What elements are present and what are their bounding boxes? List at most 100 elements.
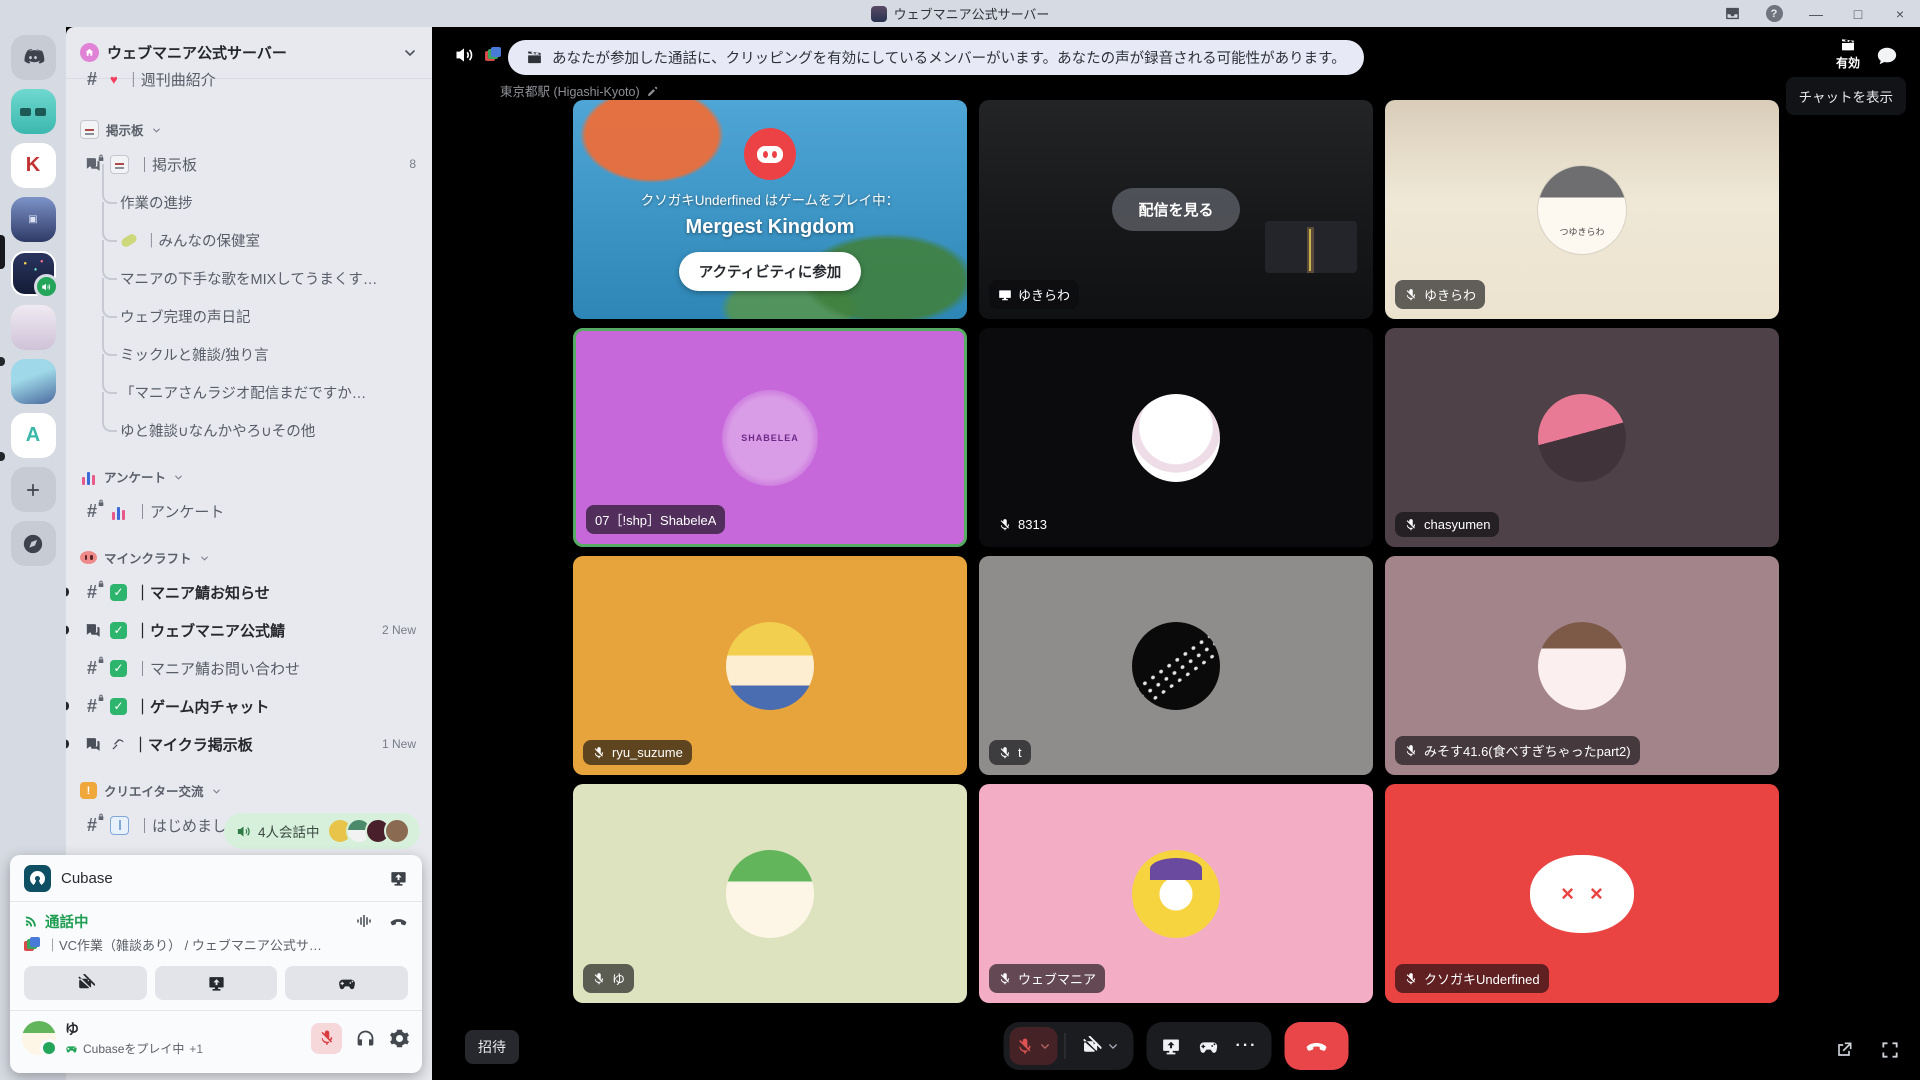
clips-enabled-badge[interactable]: 有効: [1836, 37, 1860, 71]
unread-server-pip: [0, 357, 5, 366]
tile-stream-yukirawa[interactable]: 配信を見る ゆきらわ: [979, 100, 1373, 319]
share-activity-icon[interactable]: [389, 869, 408, 888]
category-poll[interactable]: アンケート: [76, 449, 422, 492]
activities-button[interactable]: [1190, 1035, 1228, 1057]
close-button[interactable]: ×: [1890, 4, 1910, 24]
camera-toggle-button[interactable]: [1073, 1036, 1128, 1057]
orange-badge-icon: !: [80, 782, 97, 799]
settings-button[interactable]: [389, 1028, 410, 1049]
monitor-icon: [998, 288, 1012, 302]
channel-poll[interactable]: # ｜アンケート: [76, 492, 422, 530]
add-server-button[interactable]: [11, 467, 56, 512]
deafen-button[interactable]: [355, 1028, 376, 1049]
screenshare-button[interactable]: [155, 966, 278, 1000]
participant-label: みそす41.6(食べすぎちゃったpart2): [1395, 736, 1640, 765]
server-icon-girl[interactable]: [11, 305, 56, 350]
watch-stream-button[interactable]: 配信を見る: [1112, 188, 1239, 231]
channel-mc-gamechat[interactable]: # ✓ ｜ゲーム内チャット: [76, 687, 422, 725]
chat-tooltip: チャットを表示: [1786, 77, 1906, 115]
user-avatar[interactable]: [22, 1021, 56, 1055]
thread-item[interactable]: ウェブ完理の声日記: [76, 297, 422, 335]
call-status: 通話中: [24, 911, 89, 932]
noise-suppression-icon[interactable]: [355, 912, 373, 930]
tile-webmania[interactable]: ウェブマニア: [979, 784, 1373, 1003]
channel-board-forum[interactable]: ｜掲示板 8: [76, 145, 422, 183]
popout-button[interactable]: [1834, 1040, 1854, 1060]
thread-item[interactable]: 作業の進捗: [76, 183, 422, 221]
thread-item[interactable]: ミックルと雑談/独り言: [76, 335, 422, 373]
thread-item[interactable]: 「マニアさんラジオ配信まだですか…: [76, 373, 422, 411]
channel-weekly[interactable]: # ♥ ｜週刊曲紹介: [76, 60, 422, 98]
mic-options-chevron[interactable]: [1039, 1040, 1052, 1053]
channel-mc-news[interactable]: # ✓ ｜マニア鯖お知らせ: [76, 573, 422, 611]
thread-item[interactable]: ゆと雑談∪なんかやろ∪その他: [76, 411, 422, 449]
pencil-icon[interactable]: [646, 83, 659, 97]
server-icon-easel[interactable]: A: [11, 413, 56, 458]
category-minecraft[interactable]: マインクラフト: [76, 530, 422, 573]
channel-mc-board[interactable]: ｜マイクラ掲示板 1 New: [76, 725, 422, 763]
tile-kusogaki[interactable]: ×× クソガキUnderfined: [1385, 784, 1779, 1003]
mic-muted-icon: [998, 746, 1012, 760]
forum-lock-icon: [82, 736, 102, 753]
show-chat-button[interactable]: [1876, 45, 1898, 67]
thread-item[interactable]: ｜みんなの保健室: [76, 221, 422, 259]
fullscreen-button[interactable]: [1880, 1040, 1900, 1060]
maximize-button[interactable]: □: [1848, 4, 1868, 24]
forum-lock-icon: [82, 622, 102, 639]
disconnect-icon[interactable]: [389, 912, 408, 931]
invite-button[interactable]: 招待: [465, 1030, 519, 1064]
activity-game-icon: [744, 128, 796, 180]
mic-toggle-button[interactable]: [1010, 1027, 1058, 1065]
chevron-down-icon: [402, 44, 418, 61]
participant-label: ryu_suzume: [583, 740, 692, 765]
book-icon: [110, 816, 129, 835]
disconnect-button[interactable]: [1284, 1022, 1348, 1070]
server-icon-teal[interactable]: [11, 89, 56, 134]
camera-options-chevron[interactable]: [1107, 1040, 1120, 1053]
hash-lock-icon: #: [82, 696, 102, 717]
sound-status-icon[interactable]: [454, 45, 474, 65]
tile-8313[interactable]: 8313: [979, 328, 1373, 547]
hash-lock-icon: #: [82, 658, 102, 679]
explore-servers-button[interactable]: [11, 521, 56, 566]
camera-button[interactable]: [24, 966, 147, 1000]
tile-shabelea[interactable]: SHABELEA 07［!shp］ShabeleA: [573, 328, 967, 547]
category-board[interactable]: 掲示板: [76, 98, 422, 145]
join-activity-button[interactable]: アクティビティに参加: [679, 252, 862, 291]
server-icon-active-voice[interactable]: [11, 251, 56, 296]
more-options-button[interactable]: ···: [1228, 1037, 1266, 1055]
help-icon[interactable]: ?: [1764, 4, 1784, 24]
channel-mc-contact[interactable]: # ✓ ｜マニア鯖お問い合わせ: [76, 649, 422, 687]
cubase-logo: [24, 865, 51, 892]
tile-chasyumen[interactable]: chasyumen: [1385, 328, 1779, 547]
server-icon-k[interactable]: K: [11, 143, 56, 188]
participant-label: 07［!shp］ShabeleA: [586, 505, 725, 534]
participant-label: t: [989, 740, 1031, 765]
server-icon-news[interactable]: ▣: [11, 197, 56, 242]
activity-game-name: Mergest Kingdom: [686, 216, 855, 239]
tile-t[interactable]: t: [979, 556, 1373, 775]
newspaper-icon: [80, 120, 99, 139]
call-channel[interactable]: ｜VC作業（雑談あり） / ウェブマニア公式サ…: [24, 935, 408, 954]
tile-activity-mergest[interactable]: クソガキUnderfined はゲームをプレイ中： Mergest Kingdo…: [573, 100, 967, 319]
user-status: Cubaseをプレイ中 +1: [65, 1040, 203, 1057]
channel-list[interactable]: # ♥ ｜週刊曲紹介 掲示板 ｜掲示板 8 作業の進捗 ｜みんなの保健室 マニア…: [66, 60, 432, 882]
mute-button[interactable]: [311, 1023, 342, 1054]
window-title: ウェブマニア公式サーバー: [871, 4, 1050, 23]
activities-button[interactable]: [285, 966, 408, 1000]
voice-activity-pill[interactable]: 4人会話中: [224, 813, 420, 849]
mic-muted-icon: [592, 972, 606, 986]
window-titlebar: ウェブマニア公式サーバー ? — □ ×: [0, 0, 1920, 27]
minimize-button[interactable]: —: [1806, 4, 1826, 24]
discord-home-button[interactable]: [11, 35, 56, 80]
channel-mc-official[interactable]: ✓ ｜ウェブマニア公式鯖 2 New: [76, 611, 422, 649]
tile-ryu-suzume[interactable]: ryu_suzume: [573, 556, 967, 775]
thread-item[interactable]: マニアの下手な歌をMIXしてうまくす…: [76, 259, 422, 297]
screenshare-button[interactable]: [1153, 1036, 1190, 1057]
tile-misosu[interactable]: みそす41.6(食べすぎちゃったpart2): [1385, 556, 1779, 775]
tile-yu[interactable]: ゆ: [573, 784, 967, 1003]
tile-yukirawa[interactable]: つゆきらわ ゆきらわ: [1385, 100, 1779, 319]
server-icon-miku[interactable]: [11, 359, 56, 404]
inbox-icon[interactable]: [1722, 4, 1742, 24]
category-creator[interactable]: ! クリエイター交流: [76, 763, 422, 806]
